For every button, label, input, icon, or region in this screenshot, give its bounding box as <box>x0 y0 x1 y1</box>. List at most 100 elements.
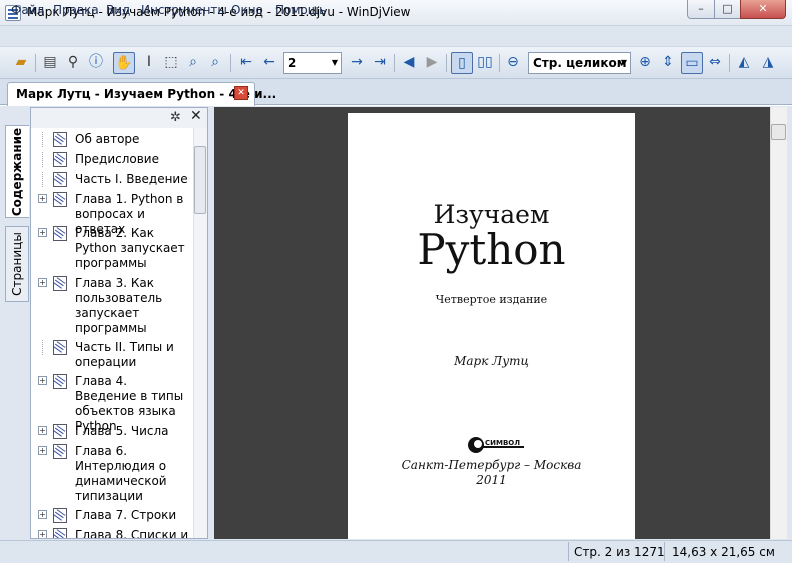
close-icon[interactable]: ✕ <box>190 108 202 124</box>
status-page: Стр. 2 из 1271 <box>574 545 665 559</box>
bookmark-icon <box>53 192 67 207</box>
menu-tools[interactable]: Инструменты <box>141 3 227 17</box>
bookmark-icon <box>53 508 67 523</box>
prev-page-icon[interactable]: ← <box>258 52 280 74</box>
bookmark-icon <box>53 226 67 241</box>
zoom-in-tool-icon[interactable]: ⌕ <box>182 52 204 74</box>
contents-tree: Об авторе Предисловие Часть I. Введение … <box>31 128 193 538</box>
chevron-down-icon[interactable]: ▼ <box>621 56 627 70</box>
bookmark-icon <box>53 444 67 459</box>
toolbar-separator <box>35 54 36 72</box>
next-page-icon[interactable]: → <box>346 52 368 74</box>
bookmark-icon <box>53 172 67 187</box>
zoom-value: Стр. целиком <box>533 56 627 70</box>
tree-item-label: Часть II. Типы и операции <box>75 340 174 369</box>
fit-page-icon[interactable]: ▭ <box>681 52 703 74</box>
tree-item-label: Глава 8. Списки и <box>75 528 189 538</box>
expand-icon[interactable]: + <box>38 376 47 385</box>
first-page-icon[interactable]: ⇤ <box>235 52 257 74</box>
viewer-scrollbar-thumb[interactable] <box>771 124 786 140</box>
rotate-right-icon[interactable]: ◮ <box>757 52 779 74</box>
text-select-icon[interactable]: I <box>138 52 160 74</box>
book-year: 2011 <box>476 473 507 487</box>
info-icon[interactable]: ⓘ <box>85 52 107 74</box>
open-icon[interactable]: ▰ <box>10 52 32 74</box>
contents-scrollbar-thumb[interactable] <box>194 146 206 214</box>
page-number-input[interactable]: 2 ▼ <box>283 52 342 74</box>
minimize-button[interactable]: – <box>687 0 715 19</box>
rotate-left-icon[interactable]: ◭ <box>733 52 755 74</box>
tree-item-label: Часть I. Введение <box>75 172 188 186</box>
tree-item-label: Об авторе <box>75 132 140 146</box>
viewer-scrollbar[interactable] <box>770 107 787 539</box>
zoom-out-icon[interactable]: ⊖ <box>502 52 524 74</box>
document-tab[interactable]: Марк Лутц - Изучаем Python - 4-е и... <box>7 82 276 106</box>
status-divider <box>664 542 665 561</box>
tree-line <box>42 172 43 187</box>
find-icon[interactable]: ⚲ <box>62 52 84 74</box>
toolbar-separator <box>230 54 231 72</box>
menu-file[interactable]: Файл <box>11 3 44 17</box>
expand-icon[interactable]: + <box>38 530 47 538</box>
menu-help[interactable]: Помощь <box>275 3 326 17</box>
tree-line <box>42 152 43 167</box>
bookmark-icon <box>53 374 67 389</box>
expand-icon[interactable]: + <box>38 426 47 435</box>
close-tab-icon[interactable]: ✕ <box>234 86 248 100</box>
bookmark-icon <box>53 424 67 439</box>
hand-icon[interactable]: ✋ <box>113 52 135 74</box>
menu-edit[interactable]: Правка <box>53 3 99 17</box>
book-edition: Четвертое издание <box>435 293 548 306</box>
tree-line <box>42 340 43 355</box>
menu-view[interactable]: Вид <box>106 3 130 17</box>
zoom-select[interactable]: Стр. целиком ▼ <box>528 52 631 74</box>
chevron-down-icon[interactable]: ▼ <box>332 56 338 70</box>
tree-item-label: Глава 5. Числа <box>75 424 169 438</box>
single-page-icon[interactable]: ▯ <box>451 52 473 74</box>
tree-item-label: Глава 7. Строки <box>75 508 177 522</box>
expand-icon[interactable]: + <box>38 194 47 203</box>
maximize-button[interactable]: □ <box>714 0 741 19</box>
book-city: Санкт-Петербург – Москва <box>401 458 582 472</box>
zoom-in-icon[interactable]: ⊕ <box>634 52 656 74</box>
bookmark-icon <box>53 340 67 355</box>
menu-window[interactable]: Окно <box>231 3 263 17</box>
book-author: Марк Лутц <box>454 354 529 368</box>
expand-icon[interactable]: + <box>38 510 47 519</box>
tab-contents-label: Содержание <box>10 127 25 216</box>
bookmark-icon <box>53 152 67 167</box>
tab-pages-label: Страницы <box>10 232 25 296</box>
publisher-logo: СИМВОЛ <box>468 437 524 453</box>
tree-item-label: Глава 6. Интерлюдия о динамической типиз… <box>75 444 167 503</box>
tree-item-label: Глава 2. Как Python запускает программы <box>75 226 185 270</box>
forward-icon[interactable]: ▶ <box>421 52 443 74</box>
gear-icon[interactable]: ✲ <box>170 110 181 125</box>
tab-pages[interactable]: Страницы <box>5 226 29 302</box>
two-page-icon[interactable]: ▯▯ <box>474 52 496 74</box>
last-page-icon[interactable]: ⇥ <box>369 52 391 74</box>
magnify-icon[interactable]: ⌕ <box>204 52 226 74</box>
close-window-button[interactable]: ✕ <box>740 0 786 19</box>
fit-height-icon[interactable]: ⇕ <box>657 52 679 74</box>
tree-line <box>42 132 43 147</box>
bookmark-icon <box>53 132 67 147</box>
toolbar-separator <box>394 54 395 72</box>
expand-icon[interactable]: + <box>38 446 47 455</box>
back-icon[interactable]: ◀ <box>398 52 420 74</box>
fit-width-icon[interactable]: ⇔ <box>704 52 726 74</box>
toolbar-separator <box>729 54 730 72</box>
bookmark-icon <box>53 276 67 291</box>
tab-contents[interactable]: Содержание <box>5 125 29 218</box>
page-number-value: 2 <box>288 56 297 70</box>
svg-text:СИМВОЛ: СИМВОЛ <box>485 439 520 447</box>
tree-item-label: Предисловие <box>75 152 159 166</box>
document-page[interactable]: Изучаем Python Четвертое издание Марк Лу… <box>348 113 635 539</box>
expand-icon[interactable]: + <box>38 228 47 237</box>
print-icon[interactable]: ▤ <box>39 52 61 74</box>
toolbar-separator <box>499 54 500 72</box>
expand-icon[interactable]: + <box>38 278 47 287</box>
status-size: 14,63 x 21,65 см <box>672 545 775 559</box>
toolbar-separator <box>446 54 447 72</box>
rect-select-icon[interactable]: ⬚ <box>160 52 182 74</box>
book-title-line2: Python <box>417 225 566 274</box>
